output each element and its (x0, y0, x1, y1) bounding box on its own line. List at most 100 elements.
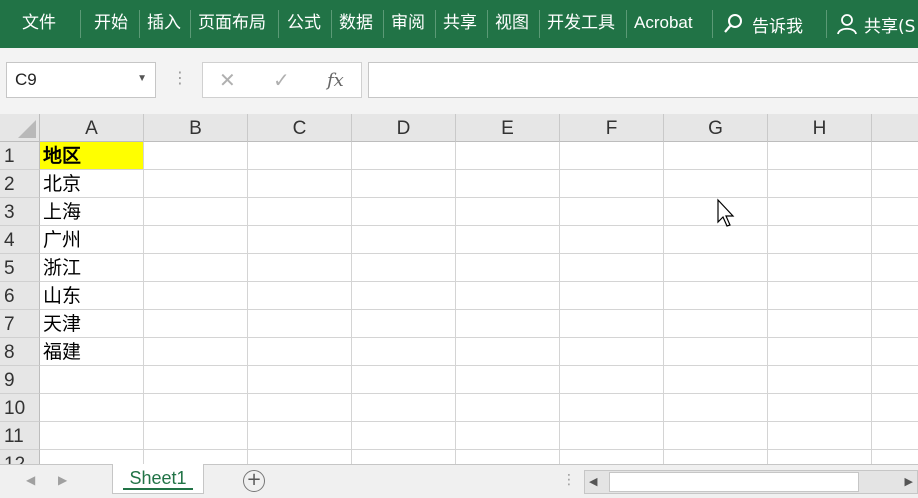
tab-developer[interactable]: 开发工具 (547, 10, 615, 36)
grid-cell[interactable] (872, 226, 918, 254)
grid-cell[interactable] (560, 254, 664, 282)
grid-cell[interactable] (872, 142, 918, 170)
scrollbar-thumb[interactable] (609, 472, 859, 492)
grid-cell[interactable] (144, 226, 248, 254)
grid-cell[interactable] (40, 450, 144, 464)
enter-icon[interactable]: ✓ (273, 68, 290, 92)
grid-cell[interactable] (872, 366, 918, 394)
name-box[interactable]: C9 ▼ (6, 62, 156, 98)
grid-cell[interactable] (664, 422, 768, 450)
grid-cell[interactable] (664, 338, 768, 366)
grid-cell[interactable] (664, 366, 768, 394)
scroll-right-icon[interactable]: ▶ (905, 475, 913, 488)
row-header[interactable]: 7 (0, 310, 40, 338)
row-header[interactable]: 10 (0, 394, 40, 422)
row-header[interactable]: 8 (0, 338, 40, 366)
grid-cell[interactable] (560, 422, 664, 450)
sheet-tab-active[interactable]: Sheet1 (112, 464, 204, 494)
grid-cell[interactable] (352, 338, 456, 366)
grid-cell[interactable] (248, 450, 352, 464)
tab-data[interactable]: 数据 (339, 10, 373, 36)
grid-cell[interactable] (456, 142, 560, 170)
grid-cell[interactable] (144, 338, 248, 366)
column-header[interactable]: G (664, 114, 768, 142)
grid-cell[interactable] (40, 394, 144, 422)
grid-cell[interactable] (456, 170, 560, 198)
grid-cell[interactable] (248, 394, 352, 422)
grid-cell[interactable] (144, 394, 248, 422)
tab-insert[interactable]: 插入 (147, 10, 181, 36)
grid-cell[interactable] (768, 366, 872, 394)
grid-cell[interactable] (768, 226, 872, 254)
grid-cell[interactable] (768, 338, 872, 366)
grid-cell[interactable]: 山东 (40, 282, 144, 310)
column-header[interactable] (872, 114, 918, 142)
grid-cell[interactable]: 福建 (40, 338, 144, 366)
grid-cell[interactable] (456, 394, 560, 422)
drag-handle-icon[interactable]: ⋮ (172, 68, 188, 87)
row-header[interactable]: 6 (0, 282, 40, 310)
row-header[interactable]: 9 (0, 366, 40, 394)
grid-cell[interactable] (248, 366, 352, 394)
grid-cell[interactable] (872, 450, 918, 464)
grid-cell[interactable] (872, 394, 918, 422)
grid-cell[interactable] (352, 198, 456, 226)
insert-function-icon[interactable]: fx (327, 70, 344, 91)
grid-cell[interactable] (144, 170, 248, 198)
grid-cell[interactable] (664, 282, 768, 310)
grid-cell[interactable] (248, 282, 352, 310)
row-header[interactable]: 12 (0, 450, 40, 464)
grid-cell[interactable] (456, 282, 560, 310)
grid-cell[interactable] (144, 254, 248, 282)
grid-cell[interactable] (144, 422, 248, 450)
select-all-button[interactable] (0, 114, 40, 142)
grid-cell[interactable]: 天津 (40, 310, 144, 338)
grid-cell[interactable] (560, 142, 664, 170)
grid-cell[interactable] (456, 422, 560, 450)
grid-cell[interactable] (768, 254, 872, 282)
grid-cell[interactable] (248, 170, 352, 198)
grid-cell[interactable] (456, 254, 560, 282)
share-button[interactable]: 共享(S (836, 10, 915, 38)
column-header[interactable]: E (456, 114, 560, 142)
tab-review[interactable]: 审阅 (391, 10, 425, 36)
grid-cell[interactable] (456, 198, 560, 226)
grid-cell[interactable] (456, 310, 560, 338)
grid-cell[interactable]: 上海 (40, 198, 144, 226)
row-header[interactable]: 2 (0, 170, 40, 198)
column-header[interactable]: B (144, 114, 248, 142)
grid-cell[interactable] (248, 142, 352, 170)
tab-home[interactable]: 开始 (94, 10, 128, 36)
grid-cell[interactable] (768, 422, 872, 450)
chevron-down-icon[interactable]: ▼ (137, 73, 147, 84)
grid-cell[interactable] (352, 254, 456, 282)
grid-cell[interactable] (768, 310, 872, 338)
grid-cell[interactable] (768, 198, 872, 226)
grid-cell[interactable] (560, 226, 664, 254)
grid-cell[interactable] (352, 422, 456, 450)
grid-cell[interactable] (560, 198, 664, 226)
grid-cell[interactable]: 浙江 (40, 254, 144, 282)
tab-acrobat[interactable]: Acrobat (634, 10, 693, 36)
grid-cell[interactable] (456, 226, 560, 254)
grid-cell[interactable] (872, 310, 918, 338)
row-header[interactable]: 1 (0, 142, 40, 170)
splitter-handle-icon[interactable]: ⋮ (562, 472, 576, 488)
grid-cell[interactable] (352, 310, 456, 338)
tab-share[interactable]: 共享 (443, 10, 477, 36)
grid-cell[interactable] (560, 450, 664, 464)
grid-cell[interactable] (664, 142, 768, 170)
column-header[interactable]: F (560, 114, 664, 142)
cancel-icon[interactable]: ✕ (219, 68, 236, 92)
grid-cell[interactable] (560, 310, 664, 338)
grid-cell[interactable] (664, 254, 768, 282)
grid-cell[interactable] (872, 282, 918, 310)
grid-cell[interactable] (872, 254, 918, 282)
grid-cell[interactable] (144, 198, 248, 226)
grid-cell[interactable] (664, 170, 768, 198)
tell-me-box[interactable]: 告诉我 (722, 10, 803, 38)
grid-cell[interactable] (352, 170, 456, 198)
grid-cell[interactable] (144, 282, 248, 310)
grid-cell[interactable] (144, 366, 248, 394)
grid-cell[interactable] (560, 338, 664, 366)
